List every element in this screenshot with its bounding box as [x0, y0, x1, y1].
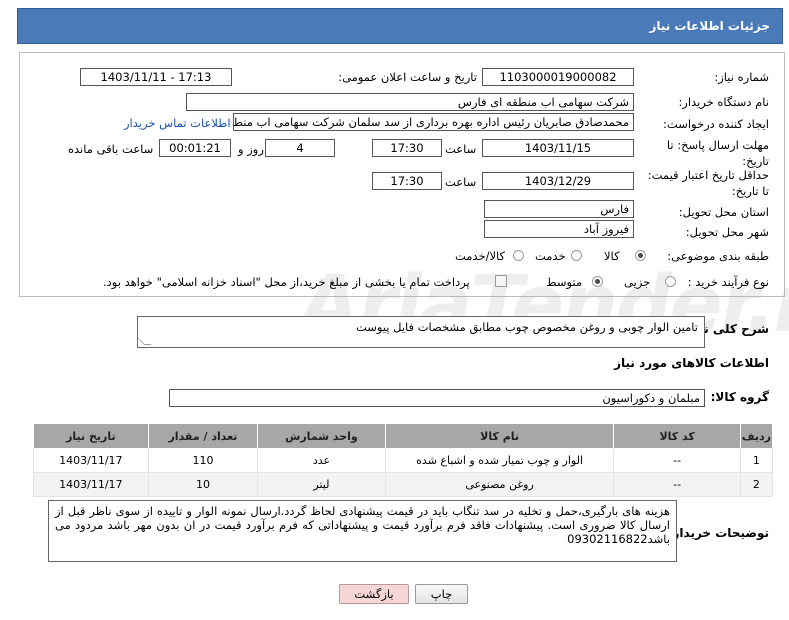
creator-field: محمدصادق صابریان رئیس اداره بهره برداری … — [233, 113, 634, 131]
need-number-label: شماره نیاز: — [714, 70, 769, 84]
cell-quantity: 10 — [147, 472, 259, 497]
column-header-date: تاریخ نیاز — [33, 423, 149, 449]
remaining-time-field: 00:01:21 — [159, 139, 231, 157]
need-number-field: 1103000019000082 — [482, 68, 634, 86]
deadline-date-field: 1403/11/15 — [482, 139, 634, 157]
resize-handle-icon[interactable] — [138, 338, 152, 345]
column-header-code: کد کالا — [613, 423, 741, 449]
price-validity-time-label: ساعت — [445, 175, 477, 189]
province-field: فارس — [484, 200, 634, 218]
deadline-days-field: 4 — [265, 139, 335, 157]
print-button[interactable]: چاپ — [415, 584, 468, 604]
deadline-time-label: ساعت — [445, 142, 477, 156]
back-button[interactable]: بازگشت — [339, 584, 409, 604]
table-row: 1 -- الوار و چوب تمیار شده و اشباع شده ع… — [33, 448, 774, 473]
process-minor-radio[interactable] — [665, 276, 676, 287]
deadline-time-field: 17:30 — [372, 139, 442, 157]
buyer-org-field: شرکت سهامی اب منطقه ای فارس — [186, 93, 634, 111]
buyer-notes-box: هزینه های بارگیری،حمل و تخلیه در سد تنگا… — [48, 500, 677, 562]
announce-field: 1403/11/11 - 17:13 — [80, 68, 232, 86]
cell-row-number: 1 — [739, 448, 774, 473]
remaining-time-label: ساعت باقی مانده — [68, 142, 154, 156]
goods-info-title: اطلاعات کالاهای مورد نیاز — [614, 356, 769, 370]
cell-code: -- — [613, 448, 741, 473]
category-label: طبقه بندی موضوعی: — [667, 249, 769, 263]
cell-date: 1403/11/17 — [33, 472, 149, 497]
category-goods-service-radio[interactable] — [513, 250, 524, 261]
table-row: 2 -- روغن مصنوعی لیتر 10 1403/11/17 — [33, 472, 774, 497]
price-validity-time-field: 17:30 — [372, 172, 442, 190]
process-minor-label: جزیی — [624, 275, 651, 289]
process-medium-label: متوسط — [546, 275, 583, 289]
city-field: فیروز آباد — [484, 220, 634, 238]
buyer-notes-text: هزینه های بارگیری،حمل و تخلیه در سد تنگا… — [55, 504, 670, 546]
announce-label: تاریخ و ساعت اعلان عمومی: — [338, 70, 477, 84]
goods-group-field: مبلمان و دکوراسیون — [169, 389, 705, 407]
category-goods-label: کالا — [604, 249, 620, 263]
cell-name: الوار و چوب تمیار شده و اشباع شده — [384, 448, 615, 473]
cell-row-number: 2 — [739, 472, 774, 497]
page-title: جزئیات اطلاعات نیاز — [649, 19, 770, 33]
treasury-payment-note: پرداخت تمام یا بخشی از مبلغ خرید،از محل … — [103, 275, 470, 289]
deadline-days-label: روز و — [238, 142, 264, 156]
buyer-notes-label: توضیحات خریدار: — [667, 526, 769, 540]
province-label: استان محل تحویل: — [678, 205, 769, 219]
goods-group-label: گروه کالا: — [710, 390, 769, 404]
category-goods-radio[interactable] — [635, 250, 646, 261]
creator-label: ایجاد کننده درخواست: — [663, 117, 769, 131]
city-label: شهر محل تحویل: — [685, 225, 769, 239]
category-service-radio[interactable] — [571, 250, 582, 261]
column-header-unit: واحد شمارش — [257, 423, 386, 449]
table-header-row: ردیف کد کالا نام کالا واحد شمارش تعداد /… — [33, 423, 774, 449]
buyer-org-label: نام دستگاه خریدار: — [678, 95, 769, 109]
price-validity-date-field: 1403/12/29 — [482, 172, 634, 190]
process-medium-radio[interactable] — [592, 276, 603, 287]
buyer-contact-link[interactable]: اطلاعات تماس خریدار — [124, 116, 231, 130]
deadline-label: مهلت ارسال پاسخ: تا تاریخ: — [666, 138, 769, 168]
category-service-label: خدمت — [535, 249, 566, 263]
process-label: نوع فرآیند خرید : — [687, 275, 769, 289]
column-header-quantity: تعداد / مقدار — [147, 423, 259, 449]
cell-name: روغن مصنوعی — [384, 472, 615, 497]
goods-table: ردیف کد کالا نام کالا واحد شمارش تعداد /… — [33, 423, 774, 497]
description-textarea[interactable]: تامین الوار چوبی و روغن مخصوص چوب مطابق … — [137, 316, 705, 348]
page-header: جزئیات اطلاعات نیاز — [17, 8, 783, 44]
cell-date: 1403/11/17 — [33, 448, 149, 473]
cell-quantity: 110 — [147, 448, 259, 473]
category-goods-service-label: کالا/خدمت — [455, 249, 506, 263]
cell-unit: لیتر — [257, 472, 386, 497]
column-header-row-number: ردیف — [739, 423, 774, 449]
treasury-payment-checkbox[interactable] — [495, 275, 507, 287]
column-header-name: نام کالا — [384, 423, 615, 449]
cell-code: -- — [613, 472, 741, 497]
cell-unit: عدد — [257, 448, 386, 473]
price-validity-label: حداقل تاریخ اعتبار قیمت: تا تاریخ: — [647, 168, 769, 198]
description-text: تامین الوار چوبی و روغن مخصوص چوب مطابق … — [355, 320, 698, 334]
